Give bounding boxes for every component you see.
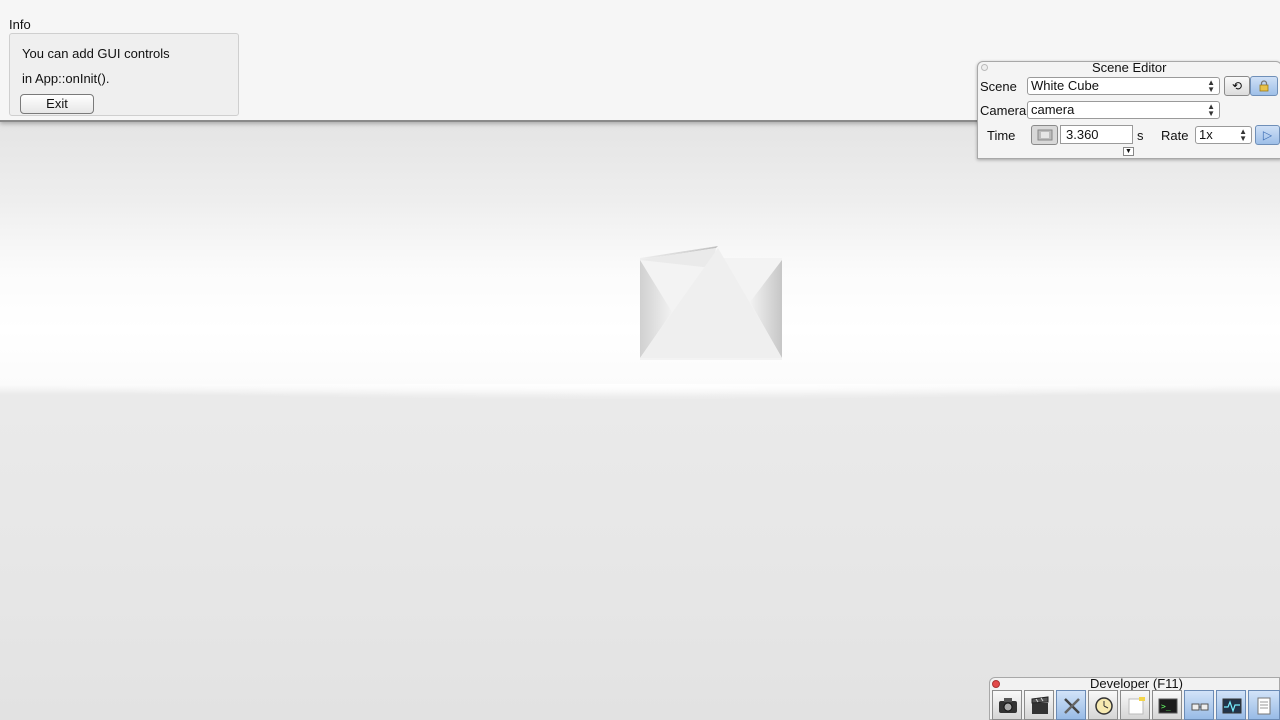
time-label: Time [987, 128, 1016, 143]
camera-select-value: camera [1031, 102, 1075, 117]
updown-arrow-icon: ▲ ▼ [1207, 102, 1215, 118]
console-button[interactable]: >_ [1152, 690, 1182, 720]
info-box: You can add GUI controls in App::onInit(… [9, 33, 239, 116]
horizon-glow [0, 384, 1280, 400]
scene-label: Scene [980, 79, 1017, 94]
rate-label: Rate [1161, 128, 1189, 143]
tools-icon [1064, 698, 1080, 714]
play-icon: ▷ [1262, 128, 1273, 142]
play-button[interactable]: ▷ [1255, 125, 1280, 145]
film-icon [1037, 129, 1052, 141]
info-line-2: in App::onInit(). [22, 71, 110, 86]
scene-editor-close-icon[interactable] [981, 64, 988, 71]
lock-button[interactable] [1250, 76, 1278, 96]
log-icon [1257, 697, 1271, 715]
white-cube[interactable] [640, 246, 782, 360]
profiler-button[interactable] [1216, 690, 1246, 720]
reload-icon: ⟲ [1231, 79, 1243, 93]
scene-editor-panel: Scene Editor Scene White Cube ▲ ▼ ⟲ Camer… [977, 60, 1280, 159]
developer-panel: Developer (F11) >_ [989, 676, 1280, 720]
chevron-down-icon: ▼ [1125, 148, 1132, 155]
timer-button[interactable] [1088, 690, 1118, 720]
clapperboard-icon [1031, 696, 1049, 714]
film-button[interactable] [1031, 125, 1058, 145]
video-record-button[interactable] [1024, 690, 1054, 720]
rate-select-value: 1x [1199, 127, 1213, 142]
lock-icon [1259, 80, 1269, 92]
scene-graph-button[interactable] [1184, 690, 1214, 720]
time-unit: s [1137, 128, 1144, 143]
screenshot-button[interactable] [992, 690, 1022, 720]
network-icon [1191, 703, 1209, 711]
time-field[interactable]: 3.360 [1060, 125, 1133, 144]
exit-button[interactable]: Exit [20, 94, 94, 114]
info-line-1: You can add GUI controls [22, 46, 170, 61]
notes-button[interactable] [1120, 690, 1150, 720]
camera-select[interactable]: camera ▲ ▼ [1027, 101, 1220, 119]
terminal-icon: >_ [1158, 698, 1178, 714]
tools-button[interactable] [1056, 690, 1086, 720]
updown-arrow-icon: ▲ ▼ [1207, 78, 1215, 94]
scene-editor-title: Scene Editor [1092, 60, 1167, 75]
scene-select-value: White Cube [1031, 78, 1099, 93]
log-button[interactable] [1248, 690, 1280, 720]
camera-icon [999, 698, 1017, 713]
expand-button[interactable]: ▼ [1123, 147, 1134, 156]
camera-label: Camera [980, 103, 1027, 118]
developer-close-icon[interactable] [992, 680, 1000, 688]
note-icon [1128, 697, 1145, 715]
scene-select[interactable]: White Cube ▲ ▼ [1027, 77, 1220, 95]
svg-text:>_: >_ [1161, 702, 1171, 711]
developer-title: Developer (F11) [1090, 676, 1183, 691]
rate-select[interactable]: 1x ▲ ▼ [1195, 126, 1252, 144]
clock-icon [1095, 697, 1113, 715]
updown-arrow-icon: ▲ ▼ [1239, 127, 1247, 143]
profiler-icon [1222, 698, 1242, 714]
info-title: Info [9, 17, 31, 32]
reload-scene-button[interactable]: ⟲ [1224, 76, 1250, 96]
